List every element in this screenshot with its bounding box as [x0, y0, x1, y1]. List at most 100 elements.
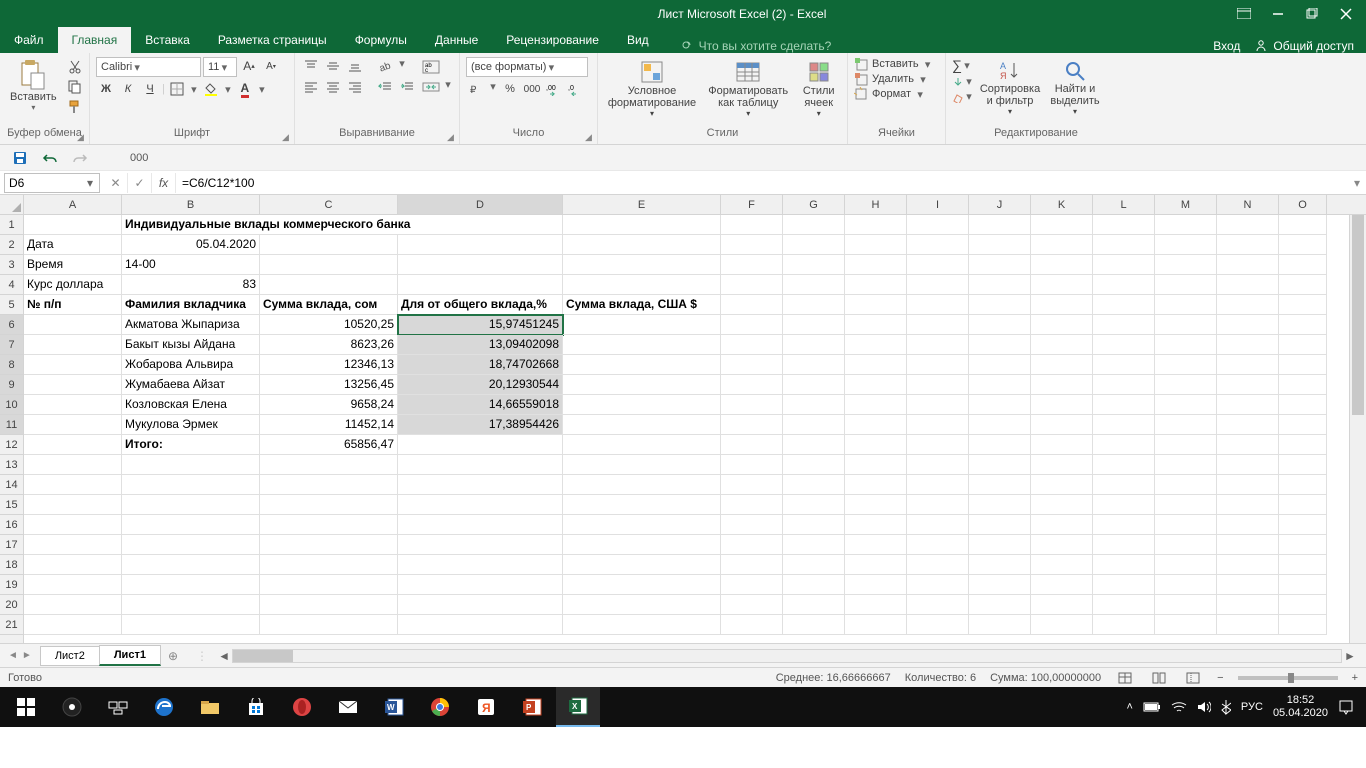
- cell-C9[interactable]: 13256,45: [260, 375, 398, 395]
- number-launcher-icon[interactable]: ◢: [585, 132, 595, 142]
- cell-N20[interactable]: [1217, 595, 1279, 615]
- cell-J9[interactable]: [969, 375, 1031, 395]
- cell-M20[interactable]: [1155, 595, 1217, 615]
- cell-K2[interactable]: [1031, 235, 1093, 255]
- cell-B17[interactable]: [122, 535, 260, 555]
- cell-M11[interactable]: [1155, 415, 1217, 435]
- row-header-12[interactable]: 12: [0, 435, 23, 455]
- cell-M9[interactable]: [1155, 375, 1217, 395]
- row-header-9[interactable]: 9: [0, 375, 23, 395]
- cell-H17[interactable]: [845, 535, 907, 555]
- cell-A19[interactable]: [24, 575, 122, 595]
- row-header-14[interactable]: 14: [0, 475, 23, 495]
- cell-G21[interactable]: [783, 615, 845, 635]
- cell-N15[interactable]: [1217, 495, 1279, 515]
- clipboard-launcher-icon[interactable]: ◢: [77, 132, 87, 142]
- cell-L9[interactable]: [1093, 375, 1155, 395]
- cell-L21[interactable]: [1093, 615, 1155, 635]
- cell-C4[interactable]: [260, 275, 398, 295]
- row-header-5[interactable]: 5: [0, 295, 23, 315]
- qat-number-format[interactable]: 000: [130, 152, 148, 164]
- cell-G11[interactable]: [783, 415, 845, 435]
- cell-M1[interactable]: [1155, 215, 1217, 235]
- row-header-16[interactable]: 16: [0, 515, 23, 535]
- taskbar-yandex-browser-icon[interactable]: Я: [464, 687, 508, 727]
- cell-D14[interactable]: [398, 475, 563, 495]
- merge-center-icon[interactable]: [421, 78, 441, 96]
- cell-G10[interactable]: [783, 395, 845, 415]
- cell-K5[interactable]: [1031, 295, 1093, 315]
- cell-O6[interactable]: [1279, 315, 1327, 335]
- cell-I17[interactable]: [907, 535, 969, 555]
- cell-N16[interactable]: [1217, 515, 1279, 535]
- row-header-4[interactable]: 4: [0, 275, 23, 295]
- cell-G16[interactable]: [783, 515, 845, 535]
- cell-O12[interactable]: [1279, 435, 1327, 455]
- cell-A21[interactable]: [24, 615, 122, 635]
- col-header-D[interactable]: D: [398, 195, 563, 214]
- increase-decimal-icon[interactable]: ,00: [544, 80, 564, 98]
- cell-H1[interactable]: [845, 215, 907, 235]
- cell-K4[interactable]: [1031, 275, 1093, 295]
- cell-A20[interactable]: [24, 595, 122, 615]
- accounting-format-icon[interactable]: ₽: [466, 80, 486, 98]
- cell-H8[interactable]: [845, 355, 907, 375]
- font-size-dropdown[interactable]: 11▾: [203, 57, 237, 77]
- cell-E9[interactable]: [563, 375, 721, 395]
- cell-I18[interactable]: [907, 555, 969, 575]
- cell-I7[interactable]: [907, 335, 969, 355]
- cell-L13[interactable]: [1093, 455, 1155, 475]
- cell-H15[interactable]: [845, 495, 907, 515]
- cell-E15[interactable]: [563, 495, 721, 515]
- col-header-G[interactable]: G: [783, 195, 845, 214]
- cell-I3[interactable]: [907, 255, 969, 275]
- cell-A1[interactable]: [24, 215, 122, 235]
- align-center-icon[interactable]: [323, 78, 343, 96]
- cell-M13[interactable]: [1155, 455, 1217, 475]
- cell-O2[interactable]: [1279, 235, 1327, 255]
- cell-K13[interactable]: [1031, 455, 1093, 475]
- col-header-F[interactable]: F: [721, 195, 783, 214]
- sheet-tab-1[interactable]: Лист1: [99, 645, 161, 666]
- cell-I20[interactable]: [907, 595, 969, 615]
- cell-H21[interactable]: [845, 615, 907, 635]
- tray-notifications-icon[interactable]: [1338, 699, 1354, 715]
- cell-G8[interactable]: [783, 355, 845, 375]
- col-header-K[interactable]: K: [1031, 195, 1093, 214]
- cell-I1[interactable]: [907, 215, 969, 235]
- cell-G19[interactable]: [783, 575, 845, 595]
- cell-K3[interactable]: [1031, 255, 1093, 275]
- cell-K17[interactable]: [1031, 535, 1093, 555]
- cell-D6[interactable]: 15,97451245: [398, 315, 563, 335]
- row-header-13[interactable]: 13: [0, 455, 23, 475]
- cell-F2[interactable]: [721, 235, 783, 255]
- cell-K19[interactable]: [1031, 575, 1093, 595]
- cell-A13[interactable]: [24, 455, 122, 475]
- cell-L10[interactable]: [1093, 395, 1155, 415]
- cell-C21[interactable]: [260, 615, 398, 635]
- cell-E4[interactable]: [563, 275, 721, 295]
- cell-N21[interactable]: [1217, 615, 1279, 635]
- alignment-launcher-icon[interactable]: ◢: [447, 132, 457, 142]
- cell-C12[interactable]: 65856,47: [260, 435, 398, 455]
- col-header-I[interactable]: I: [907, 195, 969, 214]
- cell-D12[interactable]: [398, 435, 563, 455]
- cell-J7[interactable]: [969, 335, 1031, 355]
- cell-B6[interactable]: Акматова Жыпариза: [122, 315, 260, 335]
- cell-C16[interactable]: [260, 515, 398, 535]
- cell-N3[interactable]: [1217, 255, 1279, 275]
- taskbar-opera-icon[interactable]: [280, 687, 324, 727]
- cell-C10[interactable]: 9658,24: [260, 395, 398, 415]
- copy-icon[interactable]: [65, 78, 85, 96]
- orientation-icon[interactable]: ab: [375, 57, 395, 75]
- tab-home[interactable]: Главная: [58, 27, 132, 53]
- enter-formula-icon[interactable]: ✓: [128, 173, 152, 193]
- cell-I5[interactable]: [907, 295, 969, 315]
- taskbar-word-icon[interactable]: W: [372, 687, 416, 727]
- cell-B10[interactable]: Козловская Елена: [122, 395, 260, 415]
- cell-H3[interactable]: [845, 255, 907, 275]
- cell-D18[interactable]: [398, 555, 563, 575]
- undo-icon[interactable]: [40, 148, 60, 168]
- cell-N6[interactable]: [1217, 315, 1279, 335]
- col-header-L[interactable]: L: [1093, 195, 1155, 214]
